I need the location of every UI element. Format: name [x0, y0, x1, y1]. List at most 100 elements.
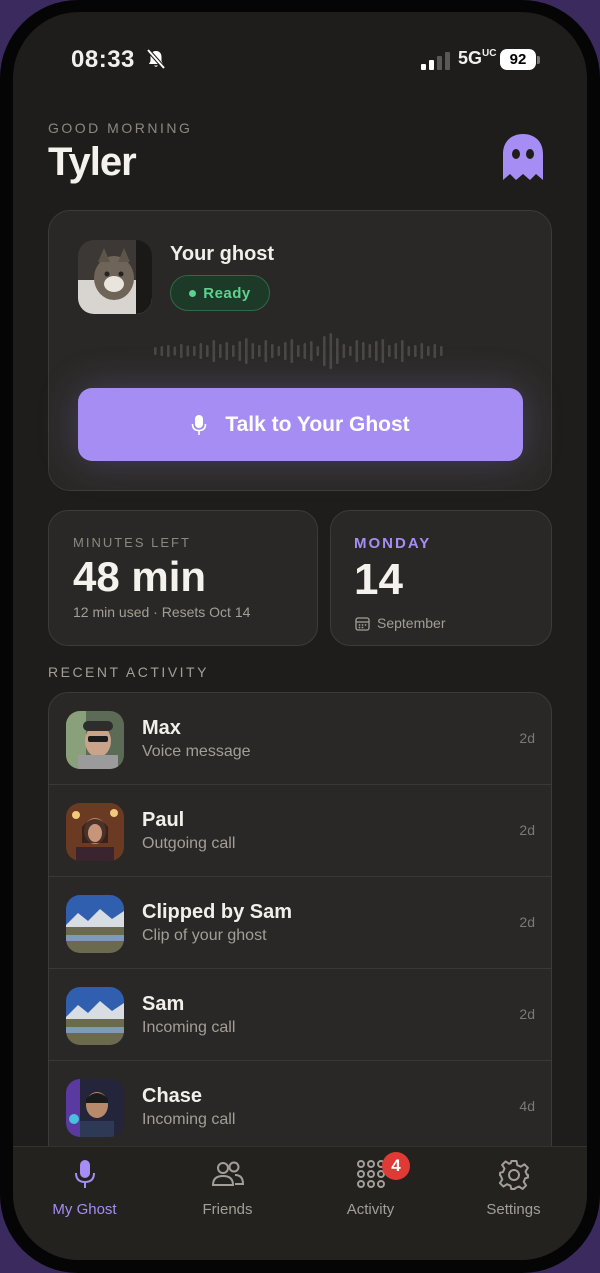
activity-name: Chase: [142, 1085, 203, 1107]
bell-muted-icon: [146, 48, 166, 70]
ghost-card: Your ghost Ready Talk to Your Ghost: [48, 210, 552, 491]
date-card: MONDAY 14 September: [330, 510, 552, 646]
activity-time: 2d: [519, 1006, 535, 1022]
waveform-bar: [199, 343, 203, 359]
waveform-bar: [323, 336, 326, 366]
activity-detail: Incoming call: [142, 1111, 236, 1128]
activity-detail: Incoming call: [142, 1019, 236, 1036]
waveform-bar: [336, 338, 339, 364]
ghost-avatar: [78, 240, 152, 314]
minutes-subtitle: 12 min used · Resets Oct 14: [73, 604, 251, 620]
waveform-bar: [180, 344, 183, 358]
waveform-bar: [414, 345, 417, 357]
waveform-bar: [290, 339, 294, 363]
waveform-bar: [388, 345, 391, 357]
avatar: [66, 1079, 124, 1137]
waveform-bar: [271, 344, 274, 358]
list-item[interactable]: Clipped by Sam Clip of your ghost 2d: [49, 877, 551, 969]
avatar: [66, 987, 124, 1045]
activity-time: 2d: [519, 914, 535, 930]
tab-friends[interactable]: Friends: [156, 1147, 299, 1237]
activity-name: Clipped by Sam: [142, 901, 293, 923]
waveform-bar: [193, 346, 196, 356]
waveform-bar: [401, 340, 404, 362]
activity-time: 2d: [519, 822, 535, 838]
waveform-bar: [440, 346, 443, 356]
waveform-bar: [420, 343, 424, 359]
waveform-bar: [316, 346, 320, 356]
waveform-bar: [245, 338, 248, 364]
talk-to-ghost-button[interactable]: Talk to Your Ghost: [78, 388, 523, 461]
tab-label: Friends: [202, 1201, 253, 1218]
greeting-label: GOOD MORNING: [48, 120, 193, 136]
waveform-bar: [427, 346, 430, 356]
voice-waveform: [154, 333, 443, 369]
waveform-bar: [212, 340, 216, 362]
gear-icon: [498, 1160, 529, 1190]
tab-my-ghost[interactable]: My Ghost: [13, 1147, 156, 1237]
ghost-icon[interactable]: [499, 132, 547, 182]
mic-icon: [192, 414, 207, 435]
waveform-bar: [225, 342, 229, 360]
grid-dots-icon: [356, 1160, 385, 1188]
minutes-value: 48 min: [73, 553, 207, 600]
status-badge: Ready: [170, 275, 270, 311]
tab-activity[interactable]: Activity: [299, 1147, 442, 1237]
month-label: September: [377, 615, 446, 631]
activity-time: 2d: [519, 730, 535, 746]
waveform-bar: [342, 344, 346, 358]
waveform-bar: [173, 346, 177, 356]
waveform-bar: [368, 344, 372, 358]
waveform-bar: [362, 342, 365, 360]
avatar: [66, 803, 124, 861]
avatar: [66, 711, 124, 769]
battery-nub: [537, 56, 540, 64]
battery-indicator: 92: [500, 49, 536, 70]
minutes-label: MINUTES LEFT: [73, 535, 191, 550]
mic-icon: [74, 1160, 95, 1188]
waveform-bar: [160, 346, 164, 356]
talk-button-label: Talk to Your Ghost: [225, 412, 410, 436]
waveform-bar: [232, 345, 235, 357]
list-item[interactable]: Chase Incoming call 4d: [49, 1061, 551, 1153]
user-name: Tyler: [48, 140, 137, 184]
waveform-bar: [297, 345, 300, 357]
calendar-icon: [355, 617, 370, 631]
status-bar: 08:33 5GUC 92: [13, 12, 587, 108]
waveform-bar: [310, 341, 313, 361]
waveform-bar: [394, 343, 398, 359]
minutes-card: MINUTES LEFT 48 min 12 min used · Resets…: [48, 510, 318, 646]
status-label: Ready: [203, 284, 251, 302]
waveform-bar: [154, 347, 157, 355]
activity-detail: Voice message: [142, 743, 251, 760]
activity-time: 4d: [519, 1098, 535, 1114]
weekday-label: MONDAY: [354, 535, 432, 552]
waveform-bar: [355, 340, 359, 362]
people-icon: [211, 1161, 244, 1186]
waveform-bar: [258, 345, 261, 357]
list-item[interactable]: Sam Incoming call 2d: [49, 969, 551, 1061]
ghost-title: Your ghost: [170, 243, 275, 265]
list-item[interactable]: Max Voice message 2d: [49, 693, 551, 785]
day-number: 14: [354, 555, 403, 604]
app-screen: 08:33 5GUC 92 GOOD MORNING Tyler Your gh…: [13, 12, 587, 1260]
recent-activity-title: RECENT ACTIVITY: [48, 664, 209, 680]
status-time: 08:33: [71, 46, 135, 73]
waveform-bar: [375, 341, 378, 361]
tab-label: Settings: [486, 1201, 541, 1218]
waveform-bar: [303, 343, 307, 359]
activity-name: Sam: [142, 993, 185, 1015]
tab-label: Activity: [346, 1201, 395, 1218]
waveform-bar: [349, 346, 352, 356]
activity-badge: 4: [382, 1152, 410, 1180]
waveform-bar: [206, 345, 209, 357]
list-item[interactable]: Paul Outgoing call 2d: [49, 785, 551, 877]
waveform-bar: [277, 346, 281, 356]
signal-icon: [421, 52, 450, 70]
tab-settings[interactable]: Settings: [442, 1147, 585, 1237]
status-dot: [189, 289, 197, 297]
activity-name: Max: [142, 717, 181, 739]
avatar: [66, 895, 124, 953]
network-indicator: 5GUC: [458, 48, 497, 68]
activity-detail: Outgoing call: [142, 835, 236, 852]
